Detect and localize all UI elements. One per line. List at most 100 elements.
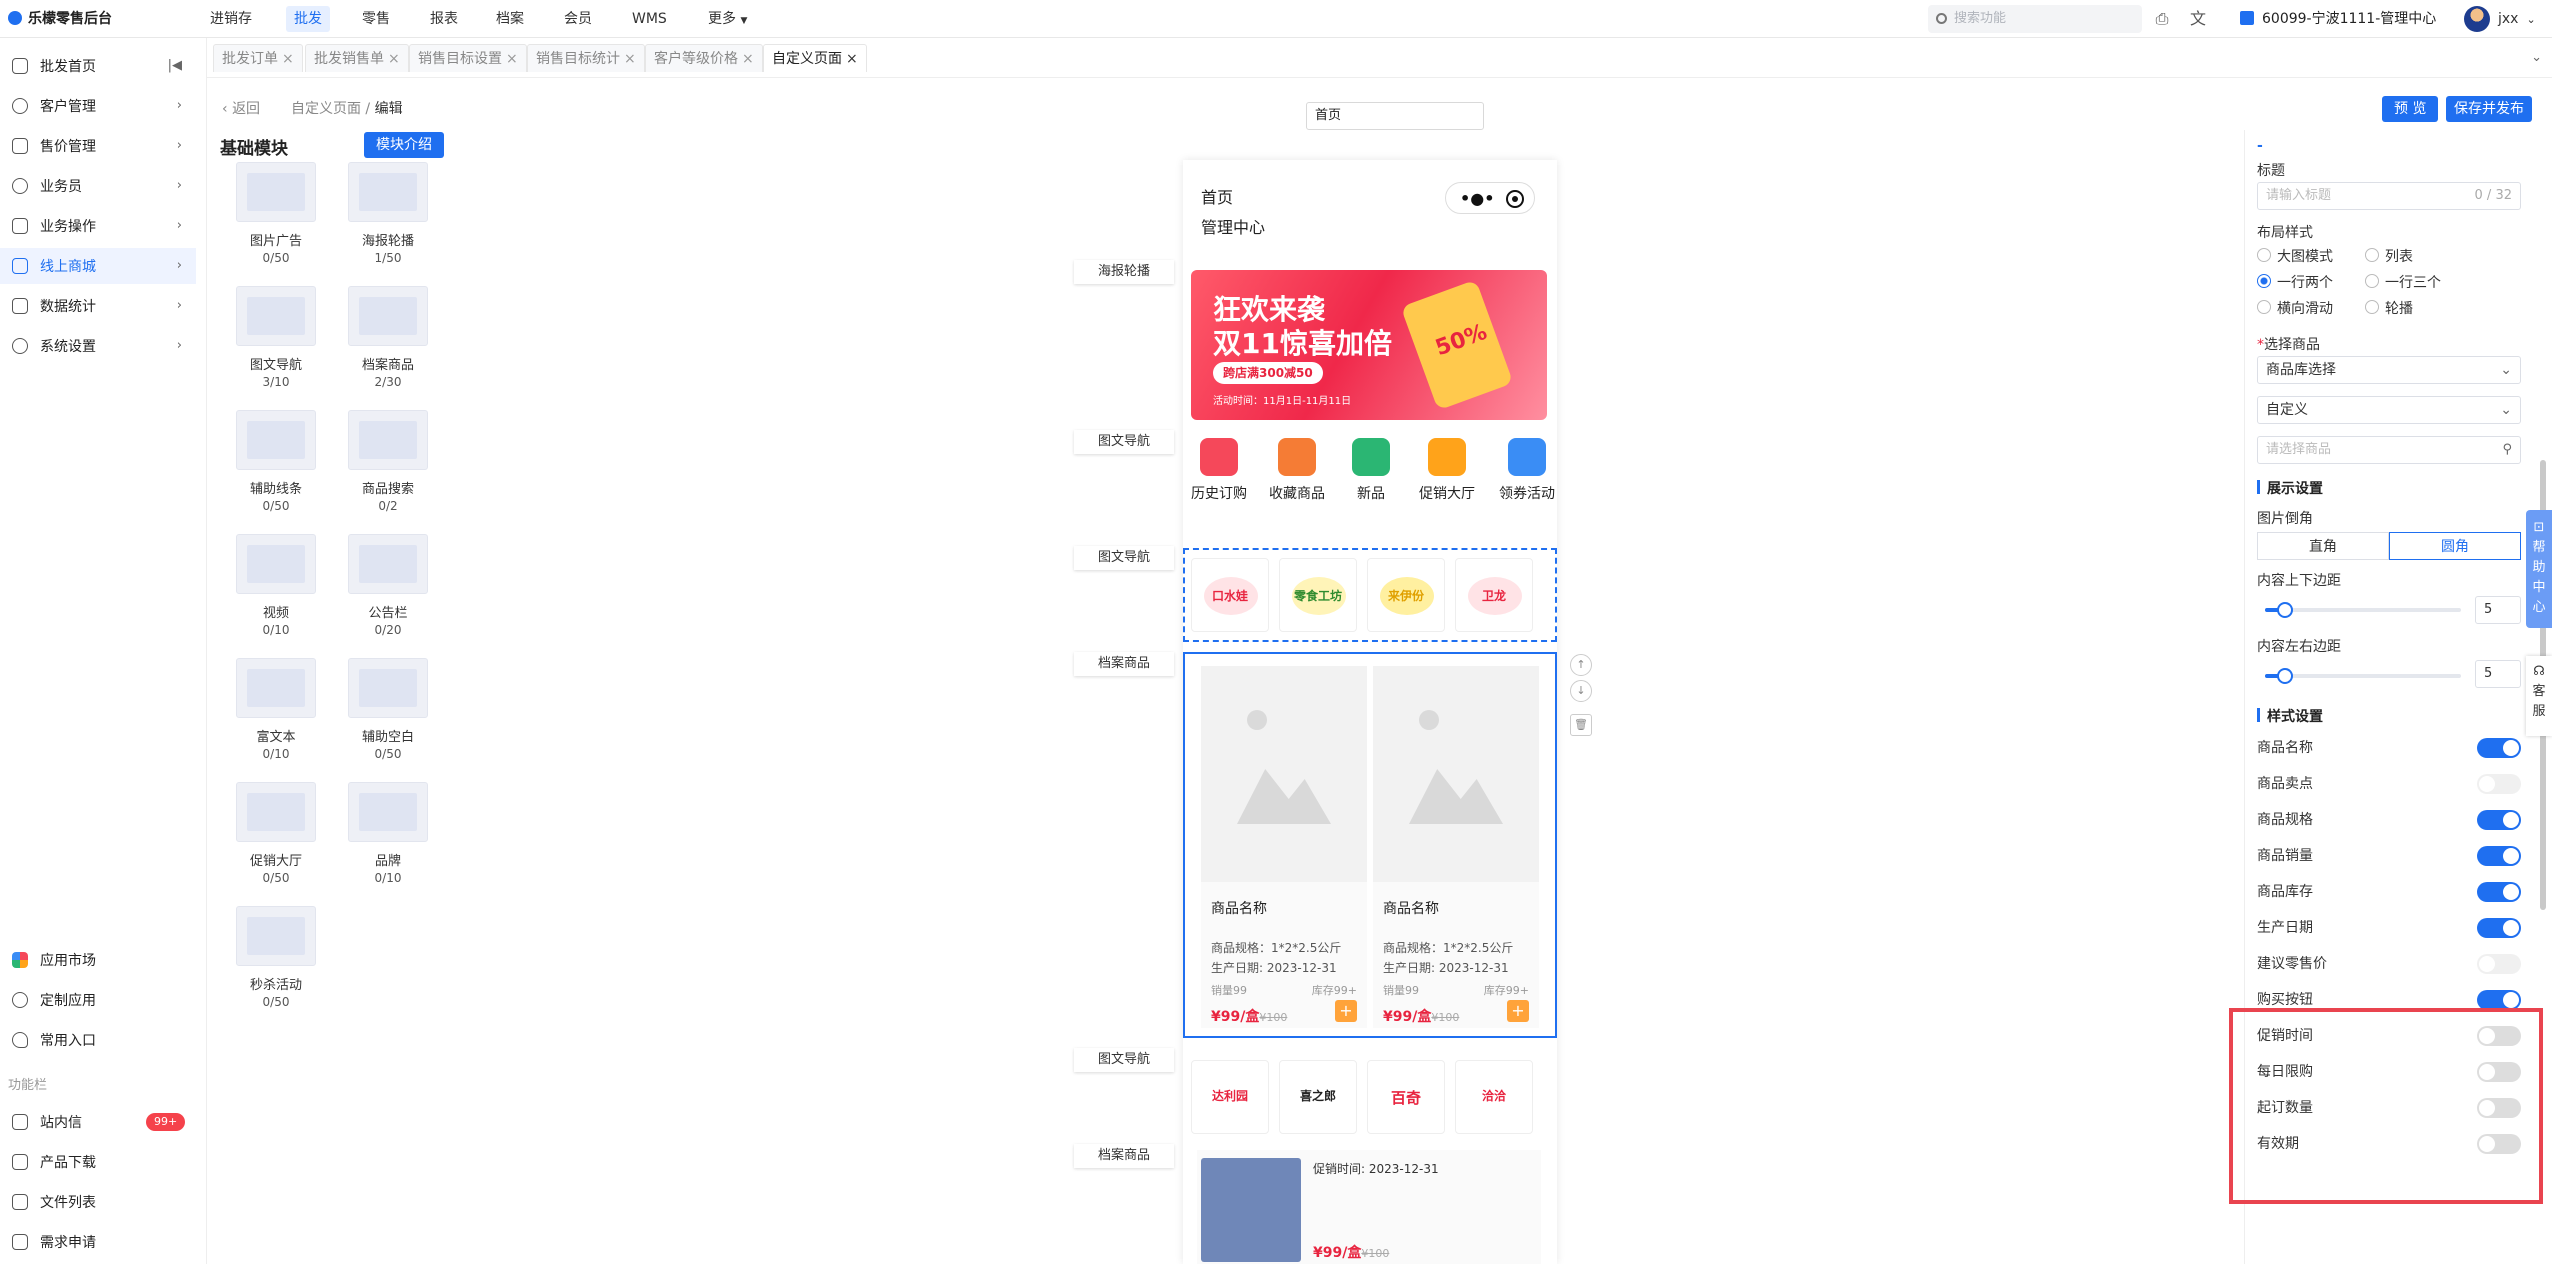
toggle-switch[interactable] (2477, 990, 2521, 1010)
trash-icon[interactable]: 🗑 (1570, 714, 1592, 736)
sidebar-item-favorites[interactable]: 常用入口 (0, 1022, 196, 1058)
goods-module-selected[interactable]: 商品名称 商品规格：1*2*2.5公斤 生产日期: 2023-12-31 销量99… (1183, 652, 1557, 1038)
canvas-label-poster[interactable]: 海报轮播 (1074, 260, 1174, 284)
chevron-down-icon[interactable]: ⌄ (2531, 50, 2542, 65)
brand-logo[interactable]: 零食工坊 (1279, 558, 1357, 632)
module-intro-button[interactable]: 模块介绍 (364, 132, 444, 158)
sidebar-item-statistics[interactable]: 数据统计 › (0, 288, 196, 324)
module-7[interactable]: 公告栏 0/20 (348, 534, 428, 638)
brand-logo[interactable]: 达利园 (1191, 1060, 1269, 1134)
brand-logo[interactable]: 洽洽 (1455, 1060, 1533, 1134)
move-up-icon[interactable]: ↑ (1570, 654, 1592, 676)
store-selector[interactable]: 60099-宁波1111-管理中心 (2240, 0, 2436, 38)
move-down-icon[interactable]: ↓ (1570, 680, 1592, 702)
corner-square-option[interactable]: 直角 (2257, 532, 2389, 560)
module-10[interactable]: 促销大厅 0/50 (236, 782, 316, 886)
page-name-input[interactable]: 首页 (1306, 102, 1484, 130)
close-icon[interactable]: × (742, 51, 754, 67)
sidebar-item-settings[interactable]: 系统设置 › (0, 328, 196, 364)
module-5[interactable]: 商品搜索 0/2 (348, 410, 428, 514)
custom-select[interactable]: 自定义 ⌄ (2257, 396, 2521, 424)
sidebar-item-downloads[interactable]: 产品下载 (0, 1144, 196, 1180)
close-icon[interactable]: × (282, 51, 294, 67)
layout-radio-0[interactable]: 大图模式 (2257, 246, 2333, 266)
module-6[interactable]: 视频 0/10 (236, 534, 316, 638)
sidebar-item-customers[interactable]: 客户管理 › (0, 88, 196, 124)
search-icon[interactable]: ⚲ (2502, 437, 2512, 463)
topnav-item-wms[interactable]: WMS (632, 0, 667, 38)
toggle-switch[interactable] (2477, 738, 2521, 758)
canvas-label-goods[interactable]: 档案商品 (1074, 1144, 1174, 1168)
save-publish-button[interactable]: 保存并发布 (2446, 96, 2532, 122)
topnav-item-retail[interactable]: 零售 (362, 0, 390, 38)
tab-target-setting[interactable]: 销售目标设置 × (409, 44, 527, 72)
module-1[interactable]: 海报轮播 1/50 (348, 162, 428, 266)
function-search-input[interactable]: 搜索功能 (1928, 5, 2142, 33)
breadcrumb-parent[interactable]: 自定义页面 (291, 101, 361, 117)
topnav-item-archive[interactable]: 档案 (496, 0, 524, 38)
add-to-cart-button[interactable]: + (1507, 1000, 1529, 1022)
layout-radio-2[interactable]: 一行两个 (2257, 272, 2333, 292)
app-logo[interactable]: 乐檬零售后台 (8, 8, 112, 28)
add-to-cart-button[interactable]: + (1335, 1000, 1357, 1022)
topnav-item-inventory[interactable]: 进销存 (210, 0, 252, 38)
slider-handle[interactable] (2276, 602, 2293, 618)
module-0[interactable]: 图片广告 0/50 (236, 162, 316, 266)
layout-radio-5[interactable]: 轮播 (2365, 298, 2413, 318)
brand-logo[interactable]: 百奇 (1367, 1060, 1445, 1134)
sidebar-item-wholesale-home[interactable]: 批发首页 |◀ (0, 48, 196, 84)
toggle-switch[interactable] (2477, 882, 2521, 902)
goods-search-input[interactable]: 请选择商品 ⚲ (2257, 436, 2521, 464)
brand-logo[interactable]: 来伊份 (1367, 558, 1445, 632)
toggle-switch[interactable] (2477, 954, 2521, 974)
pad-v-input[interactable]: 5 (2475, 596, 2521, 624)
module-3[interactable]: 档案商品 2/30 (348, 286, 428, 390)
canvas-label-goods[interactable]: 档案商品 (1074, 652, 1174, 676)
pad-v-slider[interactable] (2265, 602, 2461, 618)
pad-h-slider[interactable] (2265, 668, 2461, 684)
sidebar-item-online-mall[interactable]: 线上商城 › (0, 248, 196, 284)
translate-icon[interactable]: 文 (2188, 9, 2208, 29)
help-center-tab[interactable]: ⊡ 帮助中心 (2526, 510, 2552, 628)
close-icon[interactable]: × (388, 51, 400, 67)
toggle-switch[interactable] (2477, 810, 2521, 830)
tab-wholesale-order[interactable]: 批发订单 × (213, 44, 303, 72)
corner-round-option[interactable]: 圆角 (2389, 532, 2521, 560)
brand-logo[interactable]: 口水娃 (1191, 558, 1269, 632)
module-2[interactable]: 图文导航 3/10 (236, 286, 316, 390)
nav-item-promo-hall[interactable]: 促销大厅 (1417, 438, 1477, 504)
slider-handle[interactable] (2276, 668, 2293, 684)
nav-item-coupons[interactable]: 领券活动 (1497, 438, 1557, 504)
user-menu[interactable]: jxx ⌄ (2464, 6, 2536, 32)
nav-item-history[interactable]: 历史订购 (1189, 438, 1249, 504)
module-8[interactable]: 富文本 0/10 (236, 658, 316, 762)
module-11[interactable]: 品牌 0/10 (348, 782, 428, 886)
sidebar-item-price[interactable]: 售价管理 › (0, 128, 196, 164)
tab-custom-page[interactable]: 自定义页面 × (763, 44, 867, 72)
canvas-label-nav[interactable]: 图文导航 (1074, 1048, 1174, 1072)
sidebar-item-requests[interactable]: 需求申请 (0, 1224, 196, 1260)
toggle-switch[interactable] (2477, 918, 2521, 938)
sidebar-item-app-market[interactable]: 应用市场 (0, 942, 196, 978)
toggle-switch[interactable] (2477, 846, 2521, 866)
brand-nav-selected[interactable]: 口水娃 零食工坊 来伊份 卫龙 (1183, 548, 1557, 642)
close-icon[interactable]: × (506, 51, 518, 67)
layout-radio-3[interactable]: 一行三个 (2365, 272, 2441, 292)
sidebar-item-salesman[interactable]: 业务员 › (0, 168, 196, 204)
preview-button[interactable]: 预 览 (2382, 96, 2439, 122)
brand-nav[interactable]: 达利园 喜之郎 百奇 洽洽 (1183, 1050, 1557, 1146)
pad-h-input[interactable]: 5 (2475, 660, 2521, 688)
topnav-item-reports[interactable]: 报表 (430, 0, 458, 38)
module-9[interactable]: 辅助空白 0/50 (348, 658, 428, 762)
goods-source-select[interactable]: 商品库选择 ⌄ (2257, 356, 2521, 384)
title-input[interactable]: 请输入标题 0 / 32 (2257, 182, 2521, 210)
nav-item-favorites[interactable]: 收藏商品 (1267, 438, 1327, 504)
collapse-sidebar-icon[interactable]: |◀ (168, 58, 182, 73)
sidebar-item-messages[interactable]: 站内信 99+ (0, 1104, 196, 1140)
topnav-item-member[interactable]: 会员 (564, 0, 592, 38)
tab-customer-price[interactable]: 客户等级价格 × (645, 44, 763, 72)
product-card[interactable]: 商品名称 商品规格：1*2*2.5公斤 生产日期: 2023-12-31 销量99… (1373, 666, 1539, 1028)
poster-banner[interactable]: 50% 狂欢来袭 双11惊喜加倍 跨店满300减50 活动时间：11月1日-11… (1191, 270, 1547, 420)
topnav-item-wholesale[interactable]: 批发 (286, 6, 330, 32)
sidebar-item-operations[interactable]: 业务操作 › (0, 208, 196, 244)
